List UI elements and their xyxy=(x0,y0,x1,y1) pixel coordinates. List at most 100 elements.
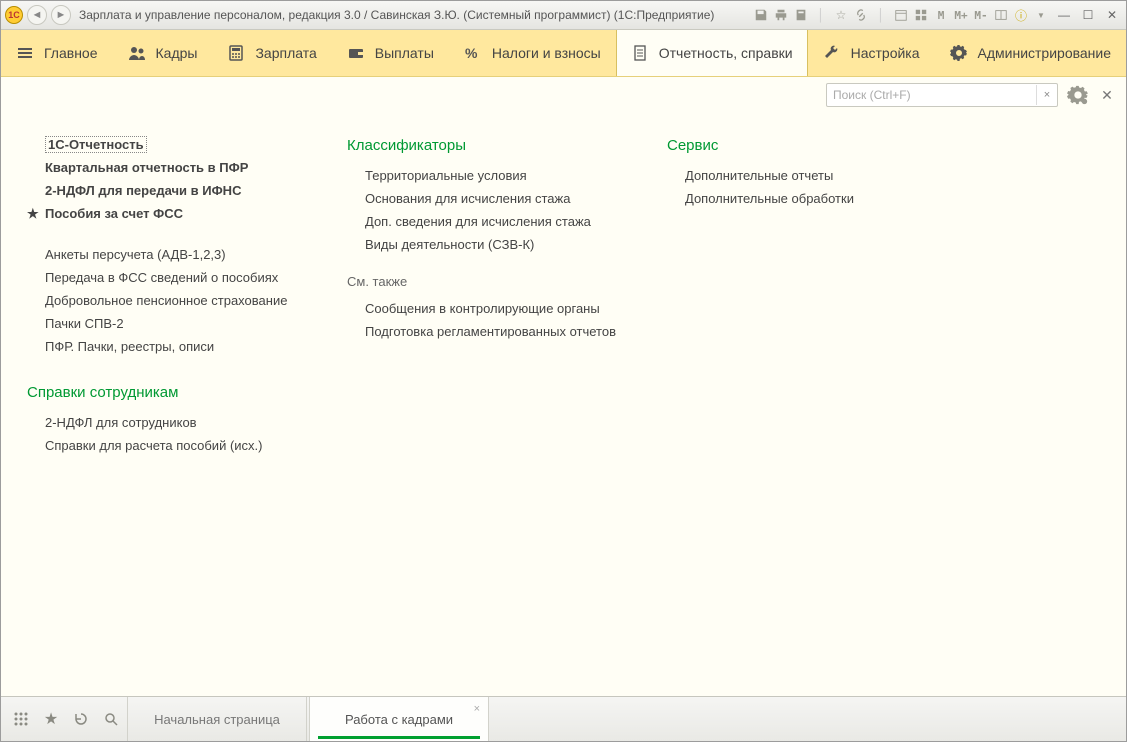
link-item[interactable]: Пачки СПВ-2 xyxy=(45,312,337,335)
link-fss-benefits[interactable]: Пособия за счет ФСС xyxy=(27,202,337,225)
section-title-classifiers: Классификаторы xyxy=(347,137,657,154)
link-1c-reporting[interactable]: 1С-Отчетность xyxy=(27,133,337,156)
calc-mminus-button[interactable]: M- xyxy=(972,6,990,24)
secondary-link-list: Анкеты персучета (АДВ-1,2,3) Передача в … xyxy=(27,243,337,358)
search-icon[interactable] xyxy=(97,705,125,733)
apps-icon[interactable] xyxy=(7,705,35,733)
history-icon[interactable] xyxy=(67,705,95,733)
bottom-tab-bar: ★ Начальная страница Работа с кадрами × xyxy=(1,696,1126,741)
close-button[interactable]: ✕ xyxy=(1102,6,1122,24)
menu-icon xyxy=(16,44,34,62)
nav-label: Выплаты xyxy=(375,45,434,61)
wallet-icon xyxy=(347,44,365,62)
tab-start-page[interactable]: Начальная страница xyxy=(127,697,307,741)
divider-icon: │ xyxy=(812,6,830,24)
panels-icon[interactable] xyxy=(992,6,1010,24)
document-icon xyxy=(631,44,649,62)
app-logo-icon: 1C xyxy=(5,6,23,24)
window-title: Зарплата и управление персоналом, редакц… xyxy=(79,8,714,22)
dropdown-icon[interactable]: ▼ xyxy=(1032,6,1050,24)
nav-label: Налоги и взносы xyxy=(492,45,601,61)
calculator-icon xyxy=(227,44,245,62)
link-item[interactable]: Доп. сведения для исчисления стажа xyxy=(365,210,657,233)
nav-item-reports[interactable]: Отчетность, справки xyxy=(616,30,808,76)
nav-label: Главное xyxy=(44,45,98,61)
app-window: 1C ◄ ► Зарплата и управление персоналом,… xyxy=(0,0,1127,742)
tab-hr-work[interactable]: Работа с кадрами × xyxy=(309,697,489,741)
see-also-list: Сообщения в контролирующие органы Подгот… xyxy=(347,297,657,343)
percent-icon: % xyxy=(464,44,482,62)
service-list: Дополнительные отчеты Дополнительные обр… xyxy=(667,164,967,210)
wrench-icon xyxy=(823,44,841,62)
column-middle: Классификаторы Территориальные условия О… xyxy=(347,133,657,686)
nav-label: Администрирование xyxy=(978,45,1112,61)
content-area: 1С-Отчетность Квартальная отчетность в П… xyxy=(1,113,1126,696)
nav-item-personnel[interactable]: Кадры xyxy=(113,30,213,76)
favorite-icon[interactable]: ☆ xyxy=(832,6,850,24)
link-item[interactable]: Добровольное пенсионное страхование xyxy=(45,289,337,312)
tab-label: Начальная страница xyxy=(154,712,280,727)
panel-close-button[interactable]: ✕ xyxy=(1098,86,1116,104)
link-item[interactable]: Справки для расчета пособий (исх.) xyxy=(45,434,337,457)
nav-item-taxes[interactable]: % Налоги и взносы xyxy=(449,30,616,76)
calc-mplus-button[interactable]: M+ xyxy=(952,6,970,24)
titlebar-toolbar: │ ☆ │ M M+ M- ⓘ ▼ xyxy=(752,6,1050,24)
classifier-list: Территориальные условия Основания для ис… xyxy=(347,164,657,256)
link-item[interactable]: Анкеты персучета (АДВ-1,2,3) xyxy=(45,243,337,266)
nav-label: Кадры xyxy=(156,45,198,61)
nav-forward-icon[interactable]: ► xyxy=(51,5,71,25)
search-input[interactable] xyxy=(827,88,1036,102)
nav-item-salary[interactable]: Зарплата xyxy=(212,30,331,76)
link-item[interactable]: Виды деятельности (СЗВ-К) xyxy=(365,233,657,256)
search-box[interactable]: × xyxy=(826,83,1058,107)
link-item[interactable]: 2-НДФЛ для сотрудников xyxy=(45,411,337,434)
column-right: Сервис Дополнительные отчеты Дополнитель… xyxy=(667,133,967,686)
print-icon[interactable] xyxy=(772,6,790,24)
info-icon[interactable]: ⓘ xyxy=(1012,6,1030,24)
column-left: 1С-Отчетность Квартальная отчетность в П… xyxy=(27,133,337,686)
link-2ndfl-ifns[interactable]: 2-НДФЛ для передачи в ИФНС xyxy=(27,179,337,202)
link-icon[interactable] xyxy=(852,6,870,24)
save-icon[interactable] xyxy=(752,6,770,24)
calc-m-button[interactable]: M xyxy=(932,6,950,24)
nav-label: Отчетность, справки xyxy=(659,45,793,61)
minimize-button[interactable]: — xyxy=(1054,6,1074,24)
primary-link-list: 1С-Отчетность Квартальная отчетность в П… xyxy=(27,133,337,225)
preview-icon[interactable] xyxy=(792,6,810,24)
nav-item-settings[interactable]: Настройка xyxy=(808,30,935,76)
calendar-icon[interactable] xyxy=(892,6,910,24)
panel-settings-icon[interactable] xyxy=(1066,83,1090,107)
nav-back-icon[interactable]: ◄ xyxy=(27,5,47,25)
employee-cert-list: 2-НДФЛ для сотрудников Справки для расче… xyxy=(27,411,337,457)
main-nav: Главное Кадры Зарплата Выплаты % Налоги … xyxy=(1,30,1126,77)
nav-item-payments[interactable]: Выплаты xyxy=(332,30,449,76)
section-title-service: Сервис xyxy=(667,137,967,154)
nav-item-admin[interactable]: Администрирование xyxy=(935,30,1127,76)
divider-icon: │ xyxy=(872,6,890,24)
section-title-employee-certs: Справки сотрудникам xyxy=(27,384,337,401)
link-item[interactable]: Передача в ФСС сведений о пособиях xyxy=(45,266,337,289)
svg-text:%: % xyxy=(465,45,478,61)
people-icon xyxy=(128,44,146,62)
link-item[interactable]: Территориальные условия xyxy=(365,164,657,187)
subbar: × ✕ xyxy=(1,77,1126,113)
nav-item-main[interactable]: Главное xyxy=(1,30,113,76)
tab-close-icon[interactable]: × xyxy=(474,703,480,715)
link-item[interactable]: Дополнительные отчеты xyxy=(685,164,967,187)
see-also-label: См. также xyxy=(347,274,657,289)
link-pfr-quarterly[interactable]: Квартальная отчетность в ПФР xyxy=(27,156,337,179)
maximize-button[interactable]: ☐ xyxy=(1078,6,1098,24)
nav-label: Настройка xyxy=(851,45,920,61)
grid-icon[interactable] xyxy=(912,6,930,24)
link-item[interactable]: Подготовка регламентированных отчетов xyxy=(365,320,657,343)
link-item[interactable]: ПФР. Пачки, реестры, описи xyxy=(45,335,337,358)
link-item[interactable]: Сообщения в контролирующие органы xyxy=(365,297,657,320)
tab-label: Работа с кадрами xyxy=(345,712,453,727)
gear-icon xyxy=(950,44,968,62)
search-clear-button[interactable]: × xyxy=(1036,85,1057,105)
link-item[interactable]: Дополнительные обработки xyxy=(685,187,967,210)
nav-label: Зарплата xyxy=(255,45,316,61)
favorite-icon[interactable]: ★ xyxy=(37,705,65,733)
titlebar: 1C ◄ ► Зарплата и управление персоналом,… xyxy=(1,1,1126,30)
link-item[interactable]: Основания для исчисления стажа xyxy=(365,187,657,210)
